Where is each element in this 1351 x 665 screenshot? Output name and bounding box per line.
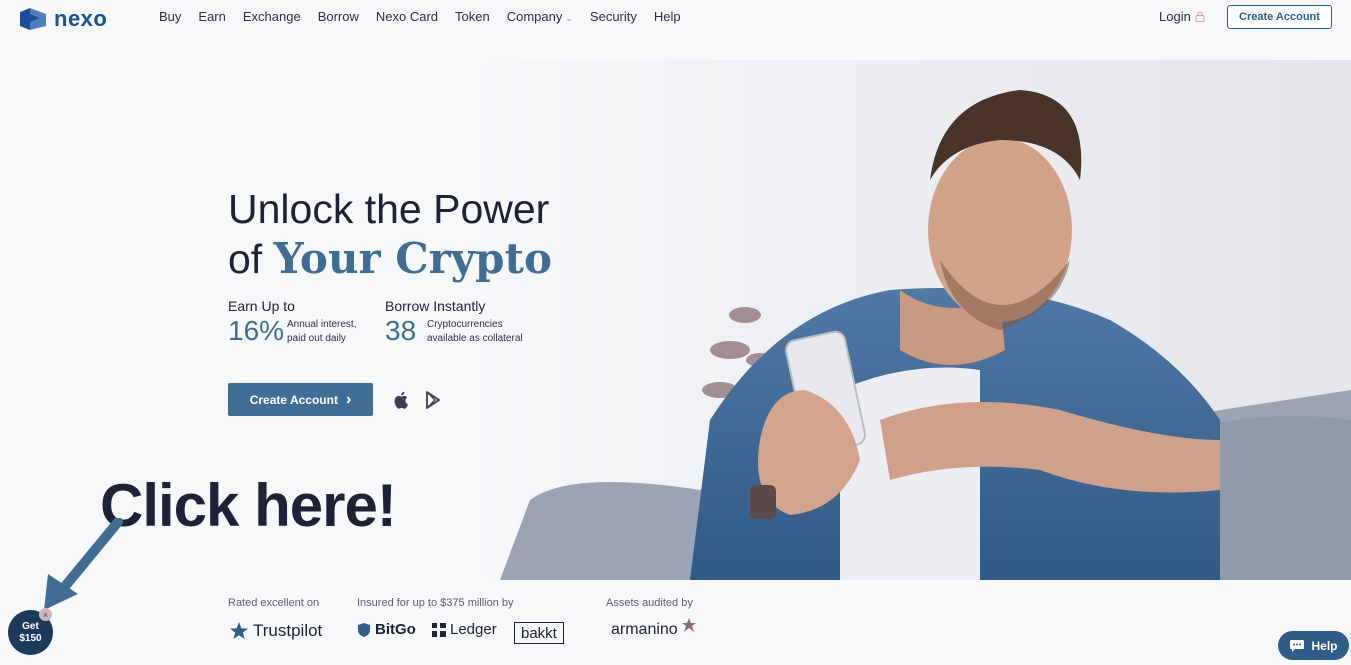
chevron-right-icon: › [345, 390, 352, 408]
ledger-icon [432, 622, 446, 637]
bitgo-label: BitGo [375, 621, 416, 638]
brand-name: nexo [54, 6, 108, 31]
nav-company[interactable]: Company ⌄ [507, 9, 573, 24]
nav-borrow[interactable]: Borrow [318, 9, 359, 24]
cta-label: Create Account [249, 392, 338, 407]
ledger-label: Ledger [450, 621, 497, 638]
nav-security[interactable]: Security [590, 9, 637, 24]
rated-label: Rated excellent on [228, 597, 320, 609]
create-account-nav-button[interactable]: Create Account [1227, 5, 1332, 29]
armanino-star-icon [681, 618, 696, 632]
insured-label: Insured for up to $375 million by [357, 597, 514, 609]
stat-earn-title: Earn Up to [228, 298, 295, 314]
headline-line-2: of Your Crypto [228, 234, 552, 284]
headline-accent: Your Crypto [273, 234, 552, 283]
nexo-logo[interactable]: nexo [18, 6, 107, 32]
nav-buy[interactable]: Buy [159, 9, 181, 24]
stat-borrow-desc: Cryptocurrencies available as collateral [427, 318, 557, 346]
hero-headline: Unlock the Power of Your Crypto [228, 184, 552, 284]
google-play-icon[interactable] [424, 390, 444, 410]
stat-earn-desc-line1: Annual interest, [287, 319, 357, 330]
nav-exchange[interactable]: Exchange [243, 9, 301, 24]
headline-of: of [228, 236, 274, 282]
armanino-label: armanino [611, 621, 678, 638]
login-label: Login [1159, 9, 1191, 24]
create-account-hero-button[interactable]: Create Account › [228, 383, 373, 416]
shield-icon [358, 622, 370, 637]
stat-borrow-value: 38 [385, 315, 417, 346]
nav-company-label: Company [506, 9, 563, 24]
bitgo-logo: BitGo [357, 621, 416, 638]
ledger-logo: Ledger [432, 621, 497, 638]
apple-icon[interactable] [392, 390, 412, 410]
trustpilot-label: Trustpilot [253, 621, 323, 640]
audited-label: Assets audited by [606, 597, 693, 609]
bakkt-logo: bakkt [514, 622, 564, 644]
bakkt-label: bakkt [521, 624, 557, 642]
stat-earn-value: 16% [228, 315, 285, 346]
nexo-logo-icon [20, 8, 46, 30]
promo-line-1: Get [22, 620, 39, 632]
nav-earn[interactable]: Earn [198, 9, 225, 24]
stat-earn-desc-line2: paid out daily [287, 333, 346, 344]
headline-line-1: Unlock the Power [228, 186, 550, 232]
nav-token[interactable]: Token [455, 9, 490, 24]
stat-earn-desc: Annual interest, paid out daily [287, 318, 397, 346]
stat-borrow-desc-line2: available as collateral [427, 333, 523, 344]
help-label: Help [1311, 638, 1338, 653]
stat-borrow-title: Borrow Instantly [385, 298, 486, 314]
lock-icon [1195, 11, 1205, 22]
promo-line-2: $150 [19, 632, 42, 644]
help-chat-button[interactable]: Help [1278, 631, 1349, 660]
star-icon [230, 622, 248, 639]
login-link[interactable]: Login [1159, 9, 1205, 24]
nav-help[interactable]: Help [654, 9, 681, 24]
trustpilot-logo: Trustpilot [229, 621, 322, 641]
hero-photo-illustration [460, 60, 1351, 580]
armanino-logo: armanino [611, 618, 696, 639]
hero-image [460, 60, 1351, 580]
main-menu: Buy Earn Exchange Borrow Nexo Card Token… [159, 9, 698, 24]
chat-icon [1290, 639, 1305, 652]
close-icon[interactable]: × [39, 608, 52, 621]
stat-borrow-desc-line1: Cryptocurrencies [427, 319, 503, 330]
click-here-annotation: Click here! [100, 472, 397, 539]
annotation-arrow-icon [44, 518, 123, 610]
chevron-down-icon: ⌄ [565, 13, 573, 23]
nav-nexo-card[interactable]: Nexo Card [376, 9, 438, 24]
top-navbar: nexo Buy Earn Exchange Borrow Nexo Card … [0, 0, 1351, 36]
